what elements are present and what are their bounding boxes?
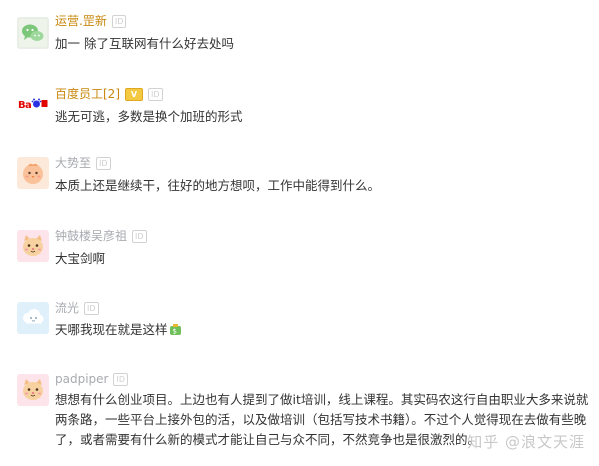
avatar[interactable] xyxy=(17,230,49,262)
baidu-logo: B a xyxy=(17,88,49,120)
cloud-icon xyxy=(17,302,49,334)
wechat-icon xyxy=(17,17,49,49)
money-bag-emoji-icon: $ xyxy=(169,324,181,336)
username[interactable]: 百度员工[2] xyxy=(55,86,120,102)
comment-text: 大宝剑啊 xyxy=(55,251,106,266)
username[interactable]: 钟鼓楼吴彦祖 xyxy=(55,228,127,244)
cat-icon xyxy=(17,374,49,406)
vip-badge-icon: V xyxy=(125,87,143,101)
username[interactable]: 运营.罡新 xyxy=(55,13,107,29)
avatar[interactable]: B a xyxy=(17,88,49,120)
id-badge: ID xyxy=(96,156,111,170)
username-row: padpiper ID xyxy=(55,371,129,387)
comment-text: 加一 除了互联网有什么好去处吗 xyxy=(55,36,234,51)
username-row: 流光 ID xyxy=(55,300,99,316)
cat-icon xyxy=(17,230,49,262)
avatar[interactable] xyxy=(17,17,49,49)
id-badge: ID xyxy=(84,301,99,315)
chick-icon xyxy=(17,157,49,189)
avatar[interactable] xyxy=(17,157,49,189)
username-row: 大势至 ID xyxy=(55,155,111,171)
username[interactable]: 大势至 xyxy=(55,155,91,171)
username-row: 百度员工[2] V ID xyxy=(55,86,163,102)
id-badge: ID xyxy=(132,229,147,243)
avatar[interactable] xyxy=(17,302,49,334)
svg-text:a: a xyxy=(25,100,32,111)
comment-text-row: 天哪我现在就是这样 $ xyxy=(55,320,182,340)
username[interactable]: 流光 xyxy=(55,300,79,316)
username-row: 钟鼓楼吴彦祖 ID xyxy=(55,228,147,244)
watermark: 知乎 @浪文天涯 xyxy=(467,433,585,451)
id-badge: ID xyxy=(148,87,163,101)
username-row: 运营.罡新 ID xyxy=(55,13,127,29)
id-badge: ID xyxy=(113,372,129,386)
avatar[interactable] xyxy=(17,374,49,406)
svg-text:$: $ xyxy=(172,328,176,336)
username[interactable]: padpiper xyxy=(55,371,108,387)
comment-text: 天哪我现在就是这样 xyxy=(55,322,168,337)
id-badge: ID xyxy=(111,14,127,28)
comment-text: 本质上还是继续干，往好的地方想呗，工作中能得到什么。 xyxy=(55,178,381,193)
comment-text: 逃无可逃，多数是换个加班的形式 xyxy=(55,109,243,124)
